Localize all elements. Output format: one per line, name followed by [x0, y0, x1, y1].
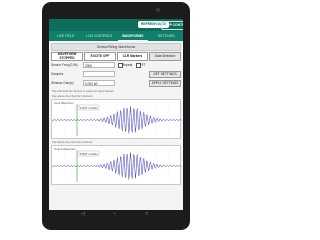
sensor-freq-input[interactable]: 2000 [83, 62, 115, 68]
marker-label: 0.847 mV/div [80, 152, 98, 156]
window-gain-input[interactable]: 0.000 kE [83, 80, 115, 86]
get-settings-button[interactable]: GET SETTINGS [149, 71, 181, 78]
chart-hint-output: Tap above the chart for functions [52, 140, 93, 144]
tab-waveforms[interactable]: WAVEFORMS [116, 31, 150, 41]
output-waveform-chart[interactable]: 0.847 mV/div Output Waveform [51, 145, 182, 185]
data-selection-button[interactable]: Data Selection [149, 52, 181, 61]
control-row-buttons: WAVEFORM STOPPED EXCITE OFF CLR Markers … [51, 52, 181, 61]
samples-input[interactable] [83, 71, 115, 77]
apply-settings-button[interactable]: APPLY SETTINGS [149, 80, 181, 87]
control-row-samples: Samples GET SETTINGS [51, 71, 181, 79]
control-row-freq: Sensor Freq (0-9k) 2000 Repeat FFT [51, 62, 181, 70]
samples-label: Samples [51, 72, 64, 76]
control-row-window: Window Gain(s) 0.000 kE APPLY SETTINGS [51, 80, 181, 88]
sensor-hint: Tap and hold the Sensor to select an Inp… [52, 89, 115, 93]
excite-toggle-button[interactable]: EXCITE OFF [84, 52, 116, 61]
app-screen: REFRESH DATA APP CONTROL LIVE FIELD LOG … [49, 19, 183, 210]
chart-hint-input: Tap above the chart for functions [52, 94, 93, 98]
chart-title-input: Input Waveform [54, 101, 74, 105]
window-gain-label: Window Gain(s) [51, 81, 74, 85]
fft-label: FFT [140, 63, 146, 67]
marker-label: 0.847 mV/div [80, 106, 98, 110]
repeat-label: Repeat [122, 63, 133, 67]
tab-log-controls[interactable]: LOG CONTROLS [83, 31, 117, 41]
section-title: Sensor/String Waveforms [51, 43, 181, 51]
input-waveform-plot: 0.847 mV/div [52, 104, 182, 136]
sensor-freq-label: Sensor Freq (0-9k) [51, 63, 78, 67]
app-bar: REFRESH DATA APP CONTROL [49, 19, 183, 31]
recents-icon[interactable]: □ [145, 211, 148, 217]
camera-icon [156, 8, 160, 12]
tab-live-field[interactable]: LIVE FIELD [49, 31, 83, 41]
input-waveform-chart[interactable]: 0.847 mV/div Input Waveform [51, 99, 182, 139]
chart-title-output: Output Waveform [54, 147, 76, 151]
system-nav-bar: ◁ ○ □ [49, 210, 183, 218]
clear-markers-button[interactable]: CLR Markers [117, 52, 148, 61]
waveform-toggle-button[interactable]: WAVEFORM STOPPED [51, 52, 83, 61]
tab-settings[interactable]: SETTINGS [150, 31, 184, 41]
output-waveform-plot: 0.847 mV/div [52, 150, 182, 182]
back-icon[interactable]: ◁ [81, 211, 85, 217]
tab-bar: LIVE FIELD LOG CONTROLS WAVEFORMS SETTIN… [49, 31, 183, 41]
home-icon[interactable]: ○ [113, 211, 116, 217]
app-control-button[interactable]: APP CONTROL [161, 21, 183, 30]
